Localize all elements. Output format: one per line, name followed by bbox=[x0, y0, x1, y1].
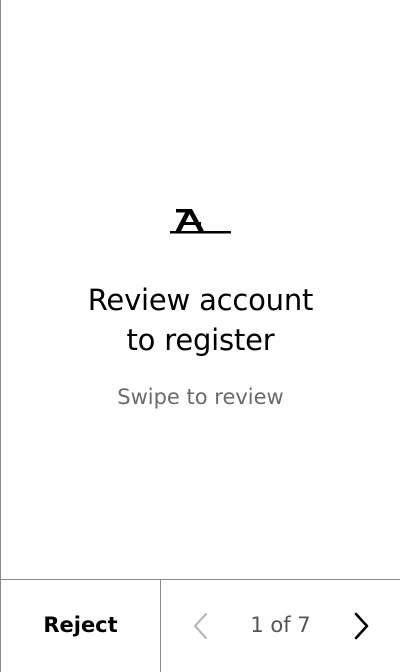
app-logo-icon bbox=[170, 208, 232, 236]
page-title-line-2: to register bbox=[126, 323, 275, 357]
action-footer: Reject 1 of 7 bbox=[1, 579, 400, 672]
reject-button[interactable]: Reject bbox=[1, 580, 161, 672]
chevron-right-icon[interactable] bbox=[351, 612, 371, 640]
swipe-hint: Swipe to review bbox=[117, 385, 284, 409]
pager: 1 of 7 bbox=[161, 580, 400, 672]
chevron-left-icon[interactable] bbox=[191, 612, 211, 640]
review-screen: Review account to register Swipe to revi… bbox=[0, 0, 400, 672]
page-title-line-1: Review account bbox=[87, 283, 314, 317]
page-title: Review account to register bbox=[1, 280, 400, 360]
reject-button-label: Reject bbox=[43, 613, 118, 637]
